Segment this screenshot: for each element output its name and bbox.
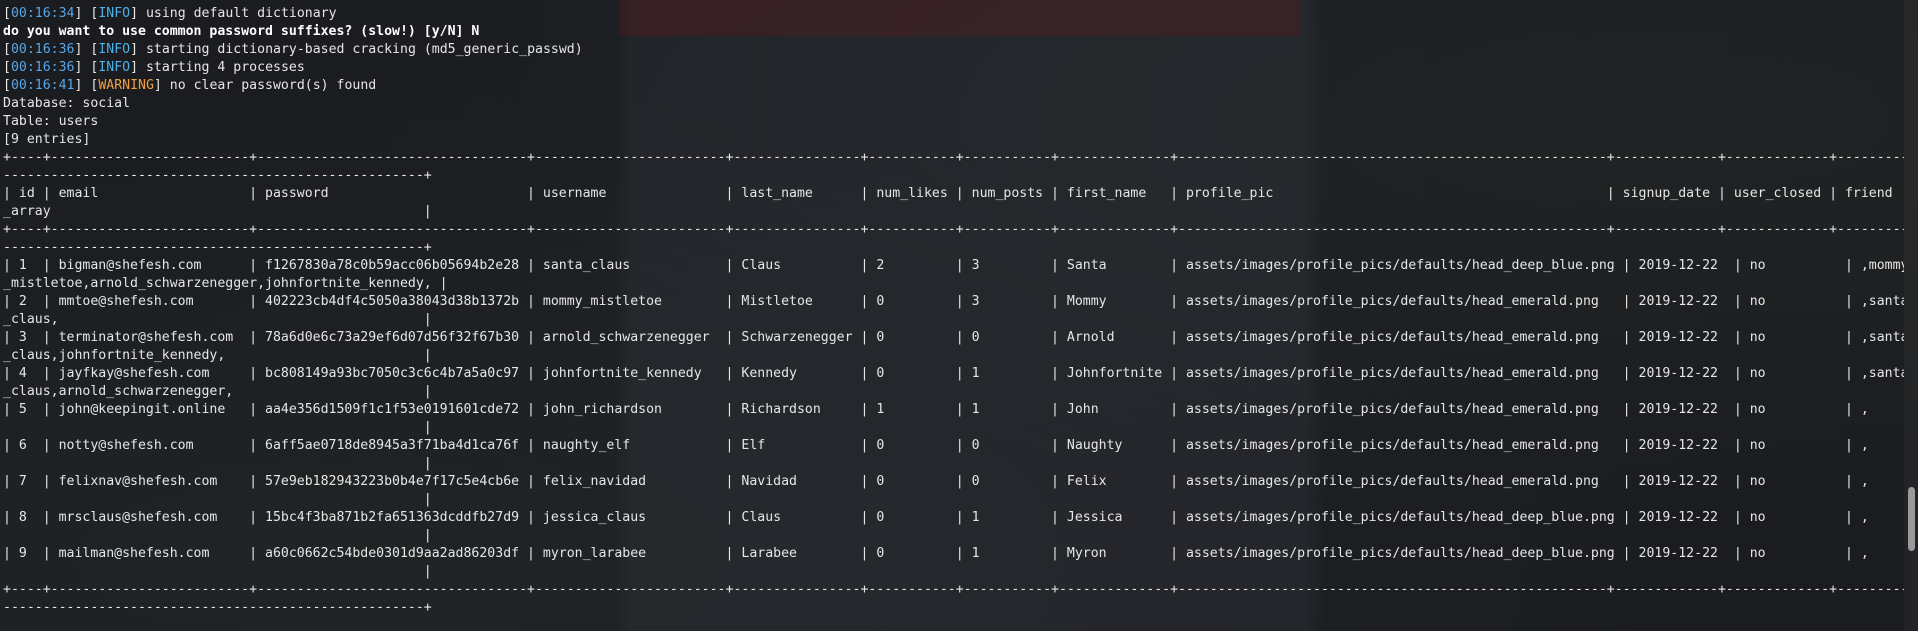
log-level-warning: WARNING bbox=[98, 78, 154, 93]
table-row-wrap: | bbox=[3, 492, 432, 507]
log-timestamp: 00:16:36 bbox=[10, 42, 75, 57]
table-row: | 4 | jayfkay@shefesh.com | bc808149a93b… bbox=[3, 366, 1904, 381]
log-level: INFO bbox=[98, 60, 131, 75]
table-row-wrap: _claus,arnold_schwarzenegger, | bbox=[3, 384, 432, 399]
entries-count: [9 entries] bbox=[3, 132, 91, 147]
log-message: no clear password(s) found bbox=[161, 78, 377, 93]
table-row: | 6 | notty@shefesh.com | 6aff5ae0718de8… bbox=[3, 438, 1869, 453]
results-table: +----+-------------------------+--------… bbox=[3, 149, 1904, 617]
database-line: Database: social bbox=[3, 96, 131, 111]
table-row: | 8 | mrsclaus@shefesh.com | 15bc4f3ba87… bbox=[3, 510, 1869, 525]
log-line: [00:16:36] [INFO] starting 4 processes bbox=[3, 60, 305, 75]
table-border: ----------------------------------------… bbox=[3, 240, 432, 255]
table-header: _array | bbox=[3, 204, 432, 219]
log-timestamp: 00:16:41 bbox=[10, 78, 75, 93]
table-line: Table: users bbox=[3, 114, 99, 129]
log-timestamp: 00:16:36 bbox=[10, 60, 75, 75]
table-row: | 9 | mailman@shefesh.com | a60c0662c54b… bbox=[3, 546, 1869, 561]
log-message: using default dictionary bbox=[138, 6, 337, 21]
table-border: +----+-------------------------+--------… bbox=[3, 150, 1904, 165]
table-row-wrap: | bbox=[3, 564, 432, 579]
table-header: | id | email | password | username | las… bbox=[3, 186, 1893, 201]
log-line: [00:16:36] [INFO] starting dictionary-ba… bbox=[3, 42, 583, 57]
table-row-wrap: _claus, | bbox=[3, 312, 432, 327]
log-level: INFO bbox=[98, 42, 131, 57]
table-border: +----+-------------------------+--------… bbox=[3, 222, 1904, 237]
log-message: starting dictionary-based cracking (md5_… bbox=[138, 42, 583, 57]
table-row-wrap: | bbox=[3, 420, 432, 435]
terminal-scrollbar[interactable] bbox=[1904, 0, 1918, 631]
table-row-wrap: | bbox=[3, 456, 432, 471]
log-message: starting 4 processes bbox=[138, 60, 305, 75]
table-row: | 7 | felixnav@shefesh.com | 57e9eb18294… bbox=[3, 474, 1869, 489]
table-row: | 5 | john@keepingit.online | aa4e356d15… bbox=[3, 402, 1869, 417]
log-timestamp: 00:16:34 bbox=[10, 6, 75, 21]
table-border: +----+-------------------------+--------… bbox=[3, 582, 1904, 597]
table-row-wrap: | bbox=[3, 528, 432, 543]
prompt-line: do you want to use common password suffi… bbox=[3, 24, 480, 39]
table-row: | 1 | bigman@shefesh.com | f1267830a78c0… bbox=[3, 258, 1904, 273]
table-row-wrap: _claus,johnfortnite_kennedy, | bbox=[3, 348, 432, 363]
table-border: ----------------------------------------… bbox=[3, 600, 432, 615]
log-line: [00:16:34] [INFO] using default dictiona… bbox=[3, 6, 337, 21]
log-level: INFO bbox=[98, 6, 131, 21]
table-border: ----------------------------------------… bbox=[3, 168, 432, 183]
log-line: [00:16:41] [WARNING] no clear password(s… bbox=[3, 78, 377, 93]
table-row: | 3 | terminator@shefesh.com | 78a6d0e6c… bbox=[3, 330, 1904, 345]
terminal-output[interactable]: [00:16:34] [INFO] using default dictiona… bbox=[0, 0, 1904, 631]
table-row-wrap: _mistletoe,arnold_schwarzenegger,johnfor… bbox=[3, 276, 448, 291]
table-row: | 2 | mmtoe@shefesh.com | 402223cb4df4c5… bbox=[3, 294, 1904, 309]
scrollbar-thumb[interactable] bbox=[1908, 487, 1915, 551]
